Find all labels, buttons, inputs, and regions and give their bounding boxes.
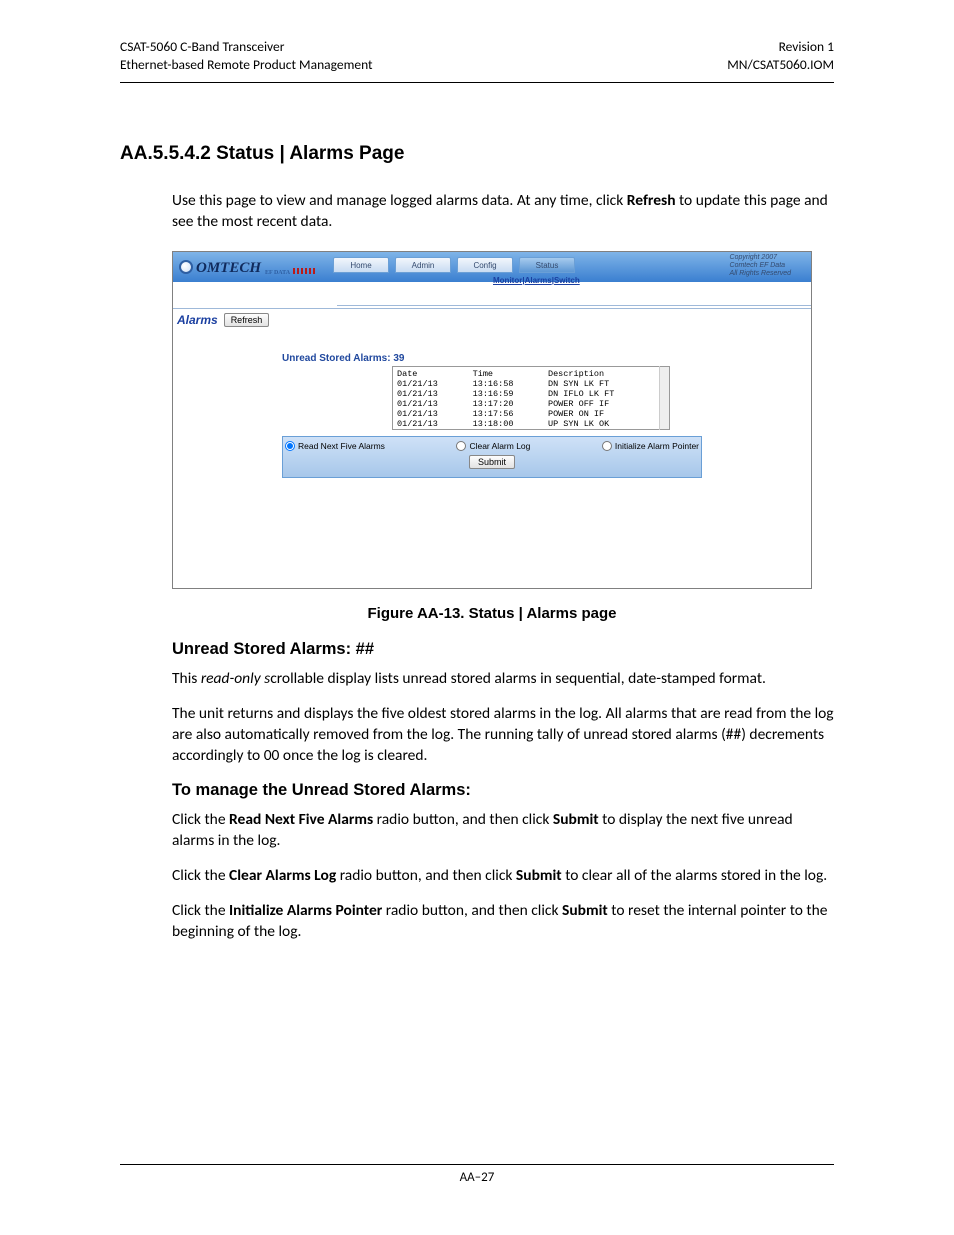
radio-clear-log-input[interactable] [456, 441, 466, 451]
subnav-alarms[interactable]: Alarms [525, 276, 552, 285]
table-row: 01/21/1313:16:58DN SYN LK FT [393, 379, 670, 389]
globe-icon [179, 260, 193, 274]
manage-paragraph-2: Click the Clear Alarms Log radio button,… [172, 866, 834, 887]
subnav-monitor[interactable]: Monitor [493, 276, 522, 285]
brand-logo: OMTECH EF DATA [179, 258, 317, 277]
col-time: Time [469, 367, 544, 380]
intro-bold: Refresh [627, 191, 676, 210]
unread-paragraph-1: This read-only scrollable display lists … [172, 669, 834, 690]
copyright-line3: All Rights Reserved [730, 270, 791, 278]
table-row: 01/21/1313:17:56POWER ON IF [393, 409, 670, 419]
logo-subtext: EF DATA [265, 270, 290, 276]
header-left-line2: Ethernet-based Remote Product Management [120, 56, 373, 74]
intro-pre: Use this page to view and manage logged … [172, 191, 627, 210]
alarms-bar: Alarms Refresh [173, 308, 811, 329]
table-row: 01/21/1313:17:20POWER OFF IF [393, 399, 670, 409]
page-header: CSAT-5060 C-Band Transceiver Ethernet-ba… [120, 38, 834, 74]
copyright-line1: Copyright 2007 [730, 254, 791, 262]
tab-home[interactable]: Home [333, 257, 389, 273]
header-right-line1: Revision 1 [727, 38, 834, 56]
action-bar: Read Next Five Alarms Clear Alarm Log In… [282, 436, 702, 478]
italic-text: read-only s [201, 669, 270, 688]
col-date: Date [393, 367, 469, 380]
log-header-row: Date Time Description [393, 367, 670, 380]
heading-manage-alarms: To manage the Unread Stored Alarms: [172, 781, 834, 800]
radio-clear-log[interactable]: Clear Alarm Log [456, 441, 530, 451]
header-left-line1: CSAT-5060 C-Band Transceiver [120, 38, 373, 56]
footer-rule [120, 1164, 834, 1165]
figure-screenshot: OMTECH EF DATA Home Admin Config Status … [172, 251, 812, 589]
radio-read-next-label: Read Next Five Alarms [298, 441, 385, 451]
subnav-switch[interactable]: Switch [554, 276, 580, 285]
col-description: Description [544, 367, 660, 380]
radio-init-pointer-label: Initialize Alarm Pointer [615, 441, 699, 451]
copyright-line2: Comtech EF Data [730, 262, 791, 270]
radio-read-next-input[interactable] [285, 441, 295, 451]
header-rule [120, 82, 834, 83]
logo-text: OMTECH [196, 260, 261, 277]
divider-lines [337, 305, 811, 309]
alarms-panel: Unread Stored Alarms: 39 Date Time Descr… [282, 353, 702, 478]
scrollbar[interactable] [660, 367, 670, 430]
subnav: Monitor|Alarms|Switch [493, 276, 580, 285]
submit-button[interactable]: Submit [469, 455, 515, 469]
alarms-label: Alarms [177, 313, 218, 327]
radio-init-pointer-input[interactable] [602, 441, 612, 451]
figure-caption: Figure AA-13. Status | Alarms page [172, 605, 812, 622]
panel-title: Unread Stored Alarms: 39 [282, 353, 702, 364]
table-row: 01/21/1313:16:59DN IFLO LK FT [393, 389, 670, 399]
copyright: Copyright 2007 Comtech EF Data All Right… [730, 254, 791, 277]
alarms-log-table: Date Time Description 01/21/1313:16:58DN… [392, 366, 670, 430]
radio-init-pointer[interactable]: Initialize Alarm Pointer [602, 441, 699, 451]
tab-config[interactable]: Config [457, 257, 513, 273]
refresh-button[interactable]: Refresh [224, 313, 270, 327]
section-heading: AA.5.5.4.2 Status | Alarms Page [120, 143, 834, 165]
tab-status[interactable]: Status [519, 257, 575, 273]
table-row: 01/21/1313:18:00UP SYN LK OK [393, 419, 670, 430]
intro-paragraph: Use this page to view and manage logged … [172, 191, 834, 233]
heading-unread-stored-alarms: Unread Stored Alarms: ## [172, 640, 834, 659]
header-right-line2: MN/CSAT5060.IOM [727, 56, 834, 74]
logo-bars-icon [293, 268, 317, 274]
page-number: AA–27 [0, 1170, 954, 1185]
nav-tabs: Home Admin Config Status [333, 257, 581, 273]
manage-paragraph-1: Click the Read Next Five Alarms radio bu… [172, 810, 834, 852]
unread-paragraph-2: The unit returns and displays the five o… [172, 704, 834, 767]
radio-clear-log-label: Clear Alarm Log [469, 441, 530, 451]
radio-read-next[interactable]: Read Next Five Alarms [285, 441, 385, 451]
tab-admin[interactable]: Admin [395, 257, 451, 273]
topbar: OMTECH EF DATA Home Admin Config Status … [173, 252, 811, 282]
manage-paragraph-3: Click the Initialize Alarms Pointer radi… [172, 901, 834, 943]
